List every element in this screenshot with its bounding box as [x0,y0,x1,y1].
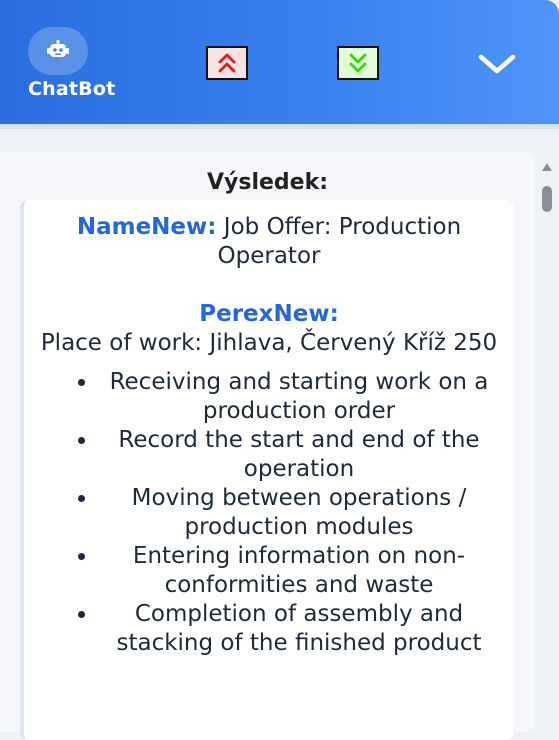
perex-label: PerexNew: [199,301,339,327]
name-value: Job Offer: Production Operator [217,214,462,269]
task-list: Receiving and starting work on a product… [38,368,500,658]
list-item: Receiving and starting work on a product… [98,368,500,426]
perex-field: PerexNew: Place of work: Jihlava, Červen… [38,300,500,358]
list-item: Entering information on non-conformities… [98,542,500,600]
name-label: NameNew: [76,214,217,240]
name-field: NameNew: Job Offer: Production Operator [38,213,500,271]
scroll-down-button[interactable] [337,46,379,80]
result-card-content: NameNew: Job Offer: Production Operator … [38,213,500,658]
bot-name: ChatBot [28,78,116,100]
scrollbar-thumb[interactable] [542,186,552,212]
list-item: Completion of assembly and stacking of t… [98,600,500,658]
double-chevron-up-icon [218,53,236,73]
chat-header: ChatBot [0,0,559,124]
collapse-chat-button[interactable] [474,44,520,84]
robot-icon [47,40,69,57]
perex-value: Place of work: Jihlava, Červený Kříž 250 [40,330,498,356]
vertical-scrollbar[interactable] [538,152,556,726]
scroll-arrow-up-icon[interactable] [541,162,553,172]
list-item: Moving between operations / production m… [98,484,500,542]
list-item: Record the start and end of the operatio… [98,426,500,484]
result-heading: Výsledek: [206,170,329,195]
double-chevron-down-icon [349,53,367,73]
scroll-up-button[interactable] [206,46,248,80]
chevron-down-icon [478,54,516,74]
bot-avatar [28,27,88,75]
result-card: NameNew: Job Offer: Production Operator … [20,200,514,740]
